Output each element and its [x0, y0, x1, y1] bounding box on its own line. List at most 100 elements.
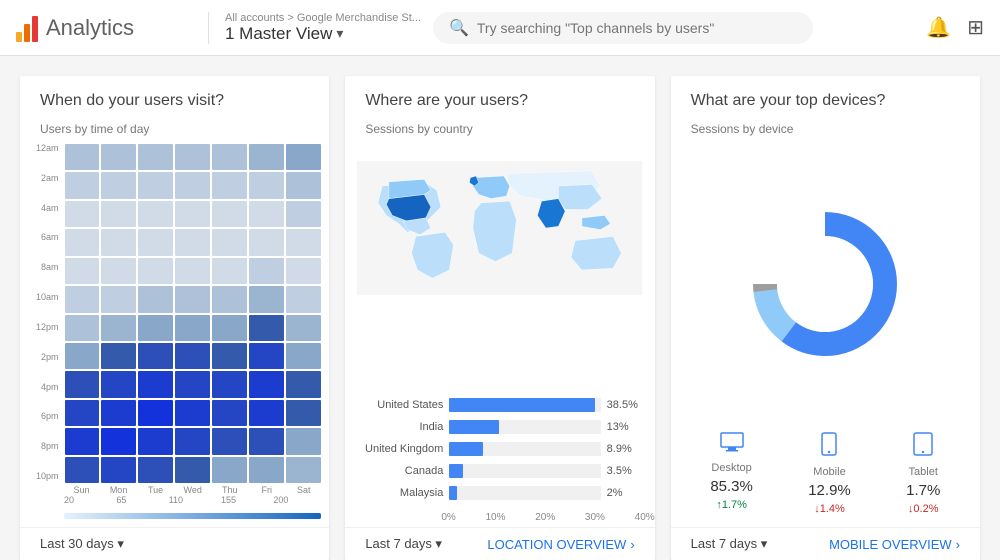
scale-labels: 2065110155200 — [36, 495, 321, 509]
device-name-label: Desktop — [711, 462, 751, 474]
heatmap-cell — [138, 144, 173, 170]
card2-location-overview-link[interactable]: LOCATION OVERVIEW › — [487, 537, 634, 552]
apps-grid-icon[interactable]: ⊞ — [967, 15, 984, 40]
card-where-users: Where are your users? Sessions by countr… — [345, 76, 654, 560]
card-top-devices: What are your top devices? Sessions by d… — [671, 76, 980, 560]
heatmap-col — [286, 144, 321, 483]
bar-x-labels: 0%10%20%30%40% — [345, 508, 654, 527]
bar-percentage: 13% — [607, 421, 643, 433]
main-content: When do your users visit? Users by time … — [0, 56, 1000, 560]
heatmap-y-label: 2pm — [36, 353, 63, 362]
heatmap-area: 12am2am4am6am8am10am12pm2pm4pm6pm8pm10pm… — [20, 144, 329, 527]
heatmap-cell — [65, 258, 100, 284]
heatmap-y-label: 6pm — [36, 412, 63, 421]
card3-period[interactable]: Last 7 days ▾ — [691, 536, 768, 552]
bar-fill — [449, 464, 462, 478]
card1-period[interactable]: Last 30 days ▾ — [40, 536, 124, 552]
card3-inner-title: Sessions by device — [671, 118, 980, 144]
heatmap-cell — [212, 428, 247, 454]
device-percentage: 12.9% — [808, 482, 851, 499]
bar-percentage: 8.9% — [607, 443, 643, 455]
heatmap-scale-bar — [36, 509, 321, 527]
heatmap-cell — [212, 144, 247, 170]
heatmap-cell — [65, 371, 100, 397]
heatmap-cell — [212, 371, 247, 397]
heatmap-cell — [286, 286, 321, 312]
heatmap-y-label: 2am — [36, 174, 63, 183]
heatmap-cell — [249, 457, 284, 483]
search-input[interactable] — [477, 20, 797, 36]
header-icons: 🔔 ⊞ — [926, 15, 984, 40]
heatmap-cell — [65, 229, 100, 255]
heatmap-col — [138, 144, 173, 483]
bar-country-label: United Kingdom — [353, 443, 443, 455]
heatmap-cell — [212, 172, 247, 198]
heatmap-cell — [286, 343, 321, 369]
device-change: ↑1.7% — [716, 499, 747, 511]
heatmap-cell — [65, 343, 100, 369]
chevron-right-icon: › — [956, 537, 960, 552]
heatmap-cell — [175, 371, 210, 397]
app-title: Analytics — [46, 15, 134, 41]
scale-label: 20 — [64, 495, 84, 505]
donut-chart-area — [671, 144, 980, 424]
heatmap-cell — [65, 400, 100, 426]
device-percentage: 85.3% — [710, 478, 753, 495]
bar-x-label: 30% — [585, 512, 605, 523]
map-area — [345, 144, 654, 398]
heatmap-col — [101, 144, 136, 483]
card2-footer: Last 7 days ▾ LOCATION OVERVIEW › — [345, 527, 654, 560]
bar-row: Malaysia 2% — [353, 486, 642, 500]
heatmap-cell — [249, 428, 284, 454]
heatmap-col — [175, 144, 210, 483]
heatmap-cell — [286, 371, 321, 397]
heatmap-x-label: Thu — [212, 483, 247, 495]
heatmap-cell — [101, 144, 136, 170]
heatmap-y-label: 10pm — [36, 472, 63, 481]
search-bar[interactable]: 🔍 — [433, 12, 813, 44]
scale-label: 65 — [116, 495, 136, 505]
heatmap-cell — [249, 258, 284, 284]
heatmap-cell — [138, 428, 173, 454]
heatmap-x-label: Sat — [286, 483, 321, 495]
master-view-dropdown[interactable]: 1 Master View ▾ — [225, 24, 421, 44]
heatmap-cell — [286, 201, 321, 227]
bar-row: United Kingdom 8.9% — [353, 442, 642, 456]
device-stat-tablet: Tablet 1.7% ↓0.2% — [906, 432, 940, 515]
heatmap-cell — [286, 229, 321, 255]
mobile-icon — [821, 432, 837, 462]
donut-chart — [745, 204, 905, 364]
heatmap-cell — [249, 343, 284, 369]
card2-period[interactable]: Last 7 days ▾ — [365, 536, 442, 552]
heatmap-cell — [212, 400, 247, 426]
card3-mobile-overview-link[interactable]: MOBILE OVERVIEW › — [829, 537, 960, 552]
device-stats: Desktop 85.3% ↑1.7% Mobile 12.9% ↓1.4% T… — [671, 424, 980, 527]
card-when-users-visit: When do your users visit? Users by time … — [20, 76, 329, 560]
heatmap-cell — [249, 400, 284, 426]
bar-track — [449, 442, 600, 456]
heatmap-cell — [138, 172, 173, 198]
heatmap-cell — [138, 201, 173, 227]
scale-label: 110 — [169, 495, 189, 505]
heatmap-y-labels: 12am2am4am6am8am10am12pm2pm4pm6pm8pm10pm — [36, 144, 63, 483]
heatmap-cell — [212, 258, 247, 284]
heatmap-x-labels: SunMonTueWedThuFriSat — [36, 483, 321, 495]
notification-icon[interactable]: 🔔 — [926, 15, 951, 40]
heatmap-cell — [212, 343, 247, 369]
heatmap-cell — [65, 428, 100, 454]
heatmap-x-label: Mon — [101, 483, 136, 495]
heatmap-cell — [212, 201, 247, 227]
desktop-icon — [720, 432, 744, 458]
heatmap-cell — [175, 201, 210, 227]
device-change: ↓0.2% — [908, 503, 939, 515]
heatmap-cell — [249, 315, 284, 341]
heatmap-cell — [65, 172, 100, 198]
heatmap-cell — [101, 315, 136, 341]
analytics-logo-icon — [16, 14, 38, 42]
tablet-icon — [913, 432, 933, 462]
heatmap-cell — [249, 371, 284, 397]
card3-title: What are your top devices? — [671, 76, 980, 118]
bar-x-label: 20% — [535, 512, 555, 523]
heatmap-cell — [65, 286, 100, 312]
device-stat-mobile: Mobile 12.9% ↓1.4% — [808, 432, 851, 515]
